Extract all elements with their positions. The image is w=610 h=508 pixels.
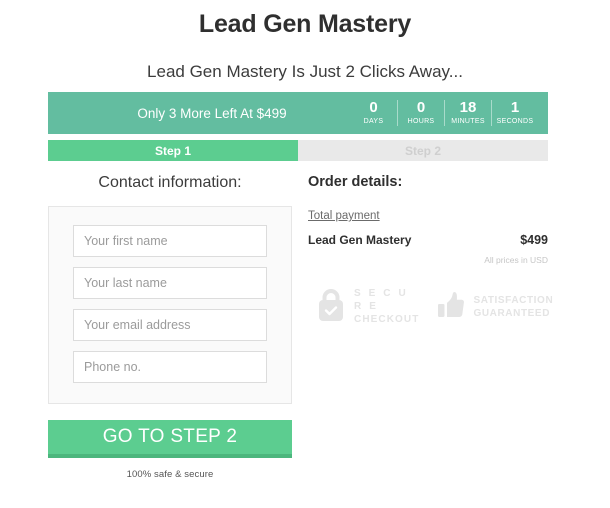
phone-input[interactable] <box>73 351 267 383</box>
timer-unit-minutes: 18 MINUTES <box>444 100 491 126</box>
badge-satisfaction-line2: GUARANTEED <box>473 307 551 319</box>
badge-satisfaction-guaranteed: SATISFACTION GUARANTEED <box>437 290 553 325</box>
first-name-input[interactable] <box>73 225 267 257</box>
timer-label-minutes: MINUTES <box>451 118 485 125</box>
badge-satisfaction-line1: SATISFACTION <box>473 294 554 306</box>
badge-secure-checkout: S E C U R E CHECKOUT <box>316 287 419 328</box>
badge-secure-line2: CHECKOUT <box>354 313 420 325</box>
page-title: Lead Gen Mastery <box>198 10 412 38</box>
tab-step-1[interactable]: Step 1 <box>48 140 298 161</box>
order-details-title: Order details: <box>308 174 403 190</box>
badge-satisfaction-text: SATISFACTION GUARANTEED <box>473 295 553 321</box>
timer-label-days: DAYS <box>363 118 384 125</box>
go-to-step-2-button[interactable]: GO TO STEP 2 <box>48 420 292 458</box>
badge-secure-line1: S E C U R E <box>354 288 409 313</box>
order-item-price: $499 <box>520 233 548 247</box>
safe-secure-note: 100% safe & secure <box>126 469 214 480</box>
countdown-timer: 0 DAYS 0 HOURS 18 MINUTES 1 SECONDS <box>350 100 548 126</box>
contact-form-column: Contact information: GO TO STEP 2 100% s… <box>48 168 292 480</box>
page-subtitle: Lead Gen Mastery Is Just 2 Clicks Away..… <box>147 62 463 81</box>
email-input[interactable] <box>73 309 267 341</box>
timer-label-seconds: SECONDS <box>496 118 534 125</box>
contact-form-panel <box>48 206 292 404</box>
order-details-column: Order details: Total payment Lead Gen Ma… <box>308 168 553 328</box>
thumbs-up-icon <box>437 290 465 325</box>
timer-unit-seconds: 1 SECONDS <box>491 100 538 126</box>
timer-value-seconds: 1 <box>510 99 520 116</box>
scarcity-text: Only 3 More Left At $499 <box>137 105 287 121</box>
currency-note: All prices in USD <box>484 255 548 265</box>
order-item-name: Lead Gen Mastery <box>308 233 412 247</box>
timer-value-days: 0 <box>369 99 378 116</box>
timer-value-hours: 0 <box>416 99 426 116</box>
timer-unit-days: 0 DAYS <box>350 100 397 126</box>
checkout-page: Lead Gen Mastery Lead Gen Mastery Is Jus… <box>0 0 610 508</box>
badge-secure-text: S E C U R E CHECKOUT <box>354 288 419 326</box>
timer-value-minutes: 18 <box>459 99 477 116</box>
contact-information-title: Contact information: <box>98 174 242 191</box>
step-progress-bar: Step 1 Step 2 <box>48 140 548 161</box>
total-payment-label: Total payment <box>308 210 380 222</box>
tab-step-2[interactable]: Step 2 <box>298 140 548 161</box>
timer-unit-hours: 0 HOURS <box>397 100 444 126</box>
last-name-input[interactable] <box>73 267 267 299</box>
scarcity-countdown-bar: Only 3 More Left At $499 0 DAYS 0 HOURS … <box>48 92 548 134</box>
order-line-item: Lead Gen Mastery $499 <box>308 233 548 247</box>
lock-check-icon <box>316 287 346 328</box>
timer-label-hours: HOURS <box>407 118 435 125</box>
trust-badges: S E C U R E CHECKOUT SATISFACTION GUARAN… <box>308 287 553 328</box>
